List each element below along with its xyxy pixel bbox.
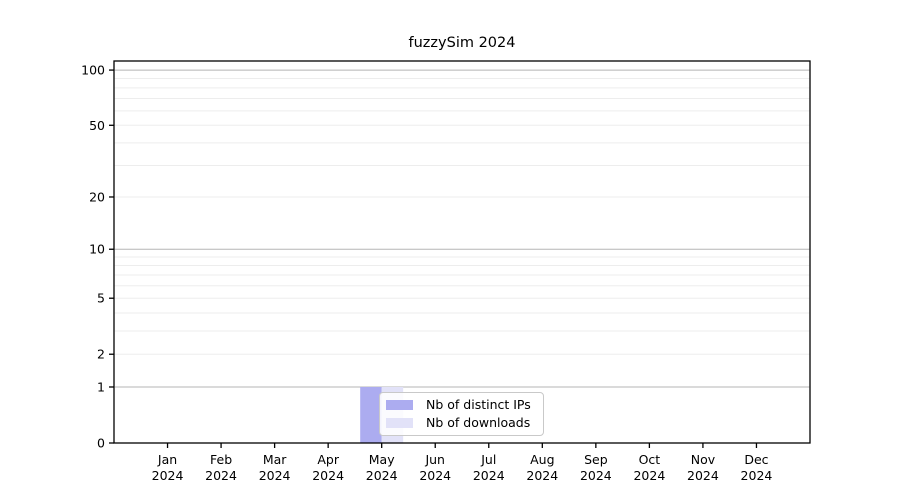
y-tick-label: 2: [97, 347, 105, 362]
x-tick-label-month: Jun: [424, 452, 445, 467]
x-tick-label-month: Nov: [691, 452, 716, 467]
x-tick-label-month: Oct: [639, 452, 661, 467]
x-tick-label-year: 2024: [366, 468, 398, 483]
x-tick-label-month: Mar: [263, 452, 287, 467]
y-tick-label: 20: [89, 189, 105, 204]
chart-figure: fuzzySim 2024 0125102050100Jan2024Feb202…: [0, 0, 900, 500]
x-tick-label-year: 2024: [741, 468, 773, 483]
x-tick-label-year: 2024: [152, 468, 184, 483]
x-tick-label-month: Dec: [744, 452, 768, 467]
y-tick-label: 50: [89, 118, 105, 133]
x-tick-label-month: Jul: [480, 452, 496, 467]
plot-border: [114, 61, 810, 443]
x-tick-label-month: May: [369, 452, 395, 467]
y-tick-label: 1: [97, 379, 105, 394]
x-tick-label-year: 2024: [526, 468, 558, 483]
x-tick-label-month: Sep: [584, 452, 608, 467]
legend-item-distinct-ips: Nb of distinct IPs: [386, 399, 543, 411]
legend: Nb of distinct IPs Nb of downloads: [379, 392, 544, 436]
x-tick-label-month: Aug: [530, 452, 554, 467]
x-tick-label-year: 2024: [312, 468, 344, 483]
y-tick-label: 10: [89, 242, 105, 257]
x-tick-label-year: 2024: [259, 468, 291, 483]
x-tick-label-year: 2024: [633, 468, 665, 483]
y-tick-label: 100: [81, 63, 105, 78]
x-tick-label-year: 2024: [473, 468, 505, 483]
legend-swatch-distinct-ips-icon: [386, 400, 413, 410]
x-tick-label-year: 2024: [419, 468, 451, 483]
legend-label-distinct-ips: Nb of distinct IPs: [426, 399, 531, 412]
x-tick-label-year: 2024: [687, 468, 719, 483]
x-tick-label-month: Feb: [210, 452, 232, 467]
legend-label-downloads: Nb of downloads: [426, 417, 530, 430]
x-tick-label-month: Jan: [157, 452, 177, 467]
x-tick-label-year: 2024: [205, 468, 237, 483]
legend-item-downloads: Nb of downloads: [386, 417, 543, 429]
y-tick-label: 5: [97, 291, 105, 306]
legend-swatch-downloads-icon: [386, 418, 413, 428]
y-tick-label: 0: [97, 436, 105, 451]
x-tick-label-month: Apr: [317, 452, 339, 467]
x-tick-label-year: 2024: [580, 468, 612, 483]
